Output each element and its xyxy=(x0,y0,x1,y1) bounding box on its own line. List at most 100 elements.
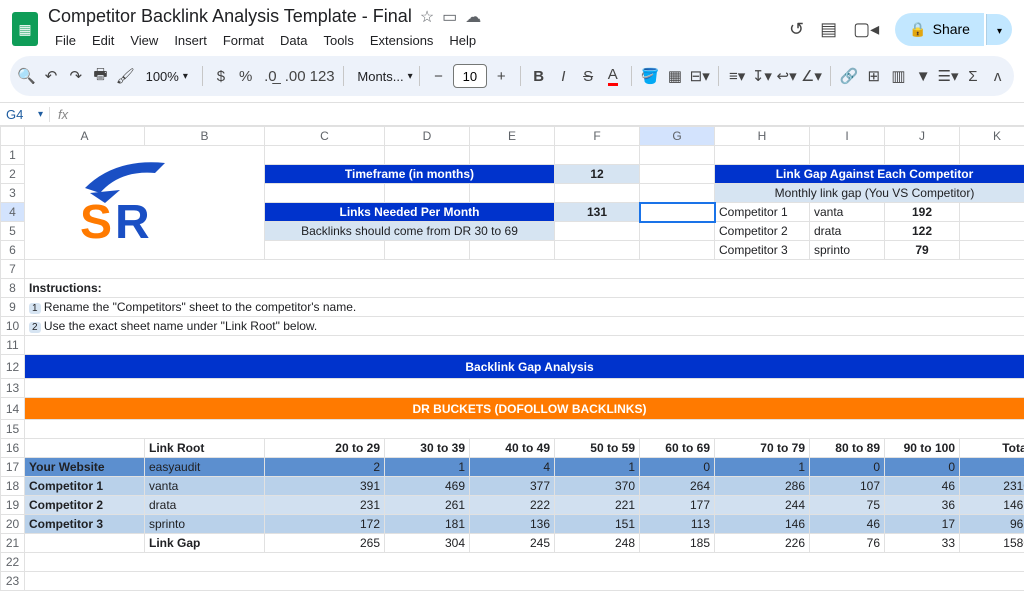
row-header[interactable]: 1 xyxy=(1,146,25,165)
row-header[interactable]: 10 xyxy=(1,317,25,336)
col-header[interactable]: F xyxy=(555,127,640,146)
table-row-label[interactable]: Competitor 2 xyxy=(25,496,145,515)
bold-icon[interactable]: B xyxy=(528,62,549,90)
cell[interactable]: 1 xyxy=(385,458,470,477)
wrap-icon[interactable]: ↩▾ xyxy=(776,62,797,90)
row-header[interactable]: 6 xyxy=(1,241,25,260)
text-color-icon[interactable]: A xyxy=(602,62,623,90)
cell[interactable]: 962 xyxy=(960,515,1024,534)
menu-insert[interactable]: Insert xyxy=(167,29,214,52)
currency-icon[interactable]: $ xyxy=(211,62,232,90)
instruction-line[interactable]: 1 Rename the "Competitors" sheet to the … xyxy=(25,298,1024,317)
menu-help[interactable]: Help xyxy=(442,29,483,52)
star-icon[interactable]: ☆ xyxy=(420,7,434,27)
menu-edit[interactable]: Edit xyxy=(85,29,121,52)
cell[interactable]: 46 xyxy=(810,515,885,534)
row-header[interactable]: 3 xyxy=(1,184,25,203)
cell[interactable]: 0 xyxy=(640,458,715,477)
cell[interactable]: 192 xyxy=(885,203,960,222)
cell[interactable]: 9 xyxy=(960,458,1024,477)
table-header[interactable]: 40 to 49 xyxy=(470,439,555,458)
row-header[interactable]: 16 xyxy=(1,439,25,458)
valign-icon[interactable]: ↧▾ xyxy=(752,62,773,90)
search-icon[interactable]: 🔍 xyxy=(16,62,37,90)
borders-icon[interactable]: ▦ xyxy=(665,62,686,90)
table-row-label[interactable]: Competitor 1 xyxy=(25,477,145,496)
cell[interactable]: 146 xyxy=(715,515,810,534)
cell[interactable]: 151 xyxy=(555,515,640,534)
row-header[interactable]: 4 xyxy=(1,203,25,222)
share-dropdown-button[interactable]: ▾ xyxy=(986,14,1012,45)
cell[interactable]: 17 xyxy=(885,515,960,534)
cell[interactable]: 222 xyxy=(470,496,555,515)
row-header[interactable]: 20 xyxy=(1,515,25,534)
cell[interactable]: 79 xyxy=(885,241,960,260)
instruction-line[interactable]: 2 Use the exact sheet name under "Link R… xyxy=(25,317,1024,336)
table-header[interactable]: 70 to 79 xyxy=(715,439,810,458)
strikethrough-icon[interactable]: S xyxy=(578,62,599,90)
row-header[interactable]: 9 xyxy=(1,298,25,317)
cell[interactable]: sprinto xyxy=(810,241,885,260)
filter-view-icon[interactable]: ☰▾ xyxy=(938,62,959,90)
cell[interactable]: 265 xyxy=(265,534,385,553)
table-header[interactable]: 60 to 69 xyxy=(640,439,715,458)
col-header[interactable]: G xyxy=(640,127,715,146)
cell[interactable]: 0 xyxy=(885,458,960,477)
insert-comment-icon[interactable]: ⊞ xyxy=(863,62,884,90)
row-header[interactable]: 19 xyxy=(1,496,25,515)
link-gap-subtitle[interactable]: Monthly link gap (You VS Competitor) xyxy=(715,184,1024,203)
undo-icon[interactable]: ↶ xyxy=(41,62,62,90)
cell[interactable]: 226 xyxy=(715,534,810,553)
cell[interactable]: 1580 xyxy=(960,534,1024,553)
spreadsheet-grid[interactable]: A B C D E F G H I J K 1 S R 2 Timeframe … xyxy=(0,126,1024,591)
cell[interactable]: 113 xyxy=(640,515,715,534)
cell[interactable]: drata xyxy=(145,496,265,515)
cell[interactable]: drata xyxy=(810,222,885,241)
cell[interactable]: 1 xyxy=(555,458,640,477)
table-header[interactable]: 50 to 59 xyxy=(555,439,640,458)
cell[interactable]: 231 xyxy=(265,496,385,515)
cell[interactable]: 172 xyxy=(265,515,385,534)
italic-icon[interactable]: I xyxy=(553,62,574,90)
table-header[interactable]: 90 to 100 xyxy=(885,439,960,458)
row-header[interactable]: 15 xyxy=(1,420,25,439)
section-header[interactable]: Backlink Gap Analysis xyxy=(25,355,1024,379)
col-header[interactable]: I xyxy=(810,127,885,146)
collapse-toolbar-icon[interactable]: ʌ xyxy=(987,62,1008,90)
table-header[interactable]: 30 to 39 xyxy=(385,439,470,458)
name-box[interactable]: G4▾ xyxy=(0,107,50,122)
cell[interactable] xyxy=(25,534,145,553)
menu-data[interactable]: Data xyxy=(273,29,314,52)
cell[interactable]: 75 xyxy=(810,496,885,515)
font-select[interactable]: Monts...▾ xyxy=(351,67,411,86)
cell[interactable]: vanta xyxy=(145,477,265,496)
increase-fontsize-icon[interactable]: + xyxy=(491,62,512,90)
row-header[interactable]: 7 xyxy=(1,260,25,279)
share-button[interactable]: 🔒 Share xyxy=(895,13,984,46)
cell[interactable]: 286 xyxy=(715,477,810,496)
increase-decimal-icon[interactable]: .00 xyxy=(285,62,306,90)
table-row-label[interactable]: Link Gap xyxy=(145,534,265,553)
row-header[interactable]: 14 xyxy=(1,398,25,420)
percent-icon[interactable]: % xyxy=(235,62,256,90)
align-icon[interactable]: ≡▾ xyxy=(727,62,748,90)
cell[interactable]: 1467 xyxy=(960,496,1024,515)
row-header[interactable]: 22 xyxy=(1,553,25,572)
row-header[interactable]: 11 xyxy=(1,336,25,355)
cell[interactable]: 469 xyxy=(385,477,470,496)
table-header[interactable]: 20 to 29 xyxy=(265,439,385,458)
col-header[interactable]: D xyxy=(385,127,470,146)
table-header[interactable] xyxy=(25,439,145,458)
cell[interactable]: 136 xyxy=(470,515,555,534)
history-icon[interactable]: ↺ xyxy=(789,19,804,40)
more-formats-icon[interactable]: 123 xyxy=(310,62,335,90)
menu-extensions[interactable]: Extensions xyxy=(363,29,441,52)
col-header[interactable]: B xyxy=(145,127,265,146)
insert-chart-icon[interactable]: ▥ xyxy=(888,62,909,90)
cell[interactable]: easyaudit xyxy=(145,458,265,477)
row-header[interactable]: 13 xyxy=(1,379,25,398)
col-header[interactable]: C xyxy=(265,127,385,146)
cell[interactable]: 33 xyxy=(885,534,960,553)
row-header[interactable]: 23 xyxy=(1,572,25,591)
cell[interactable]: Competitor 1 xyxy=(715,203,810,222)
